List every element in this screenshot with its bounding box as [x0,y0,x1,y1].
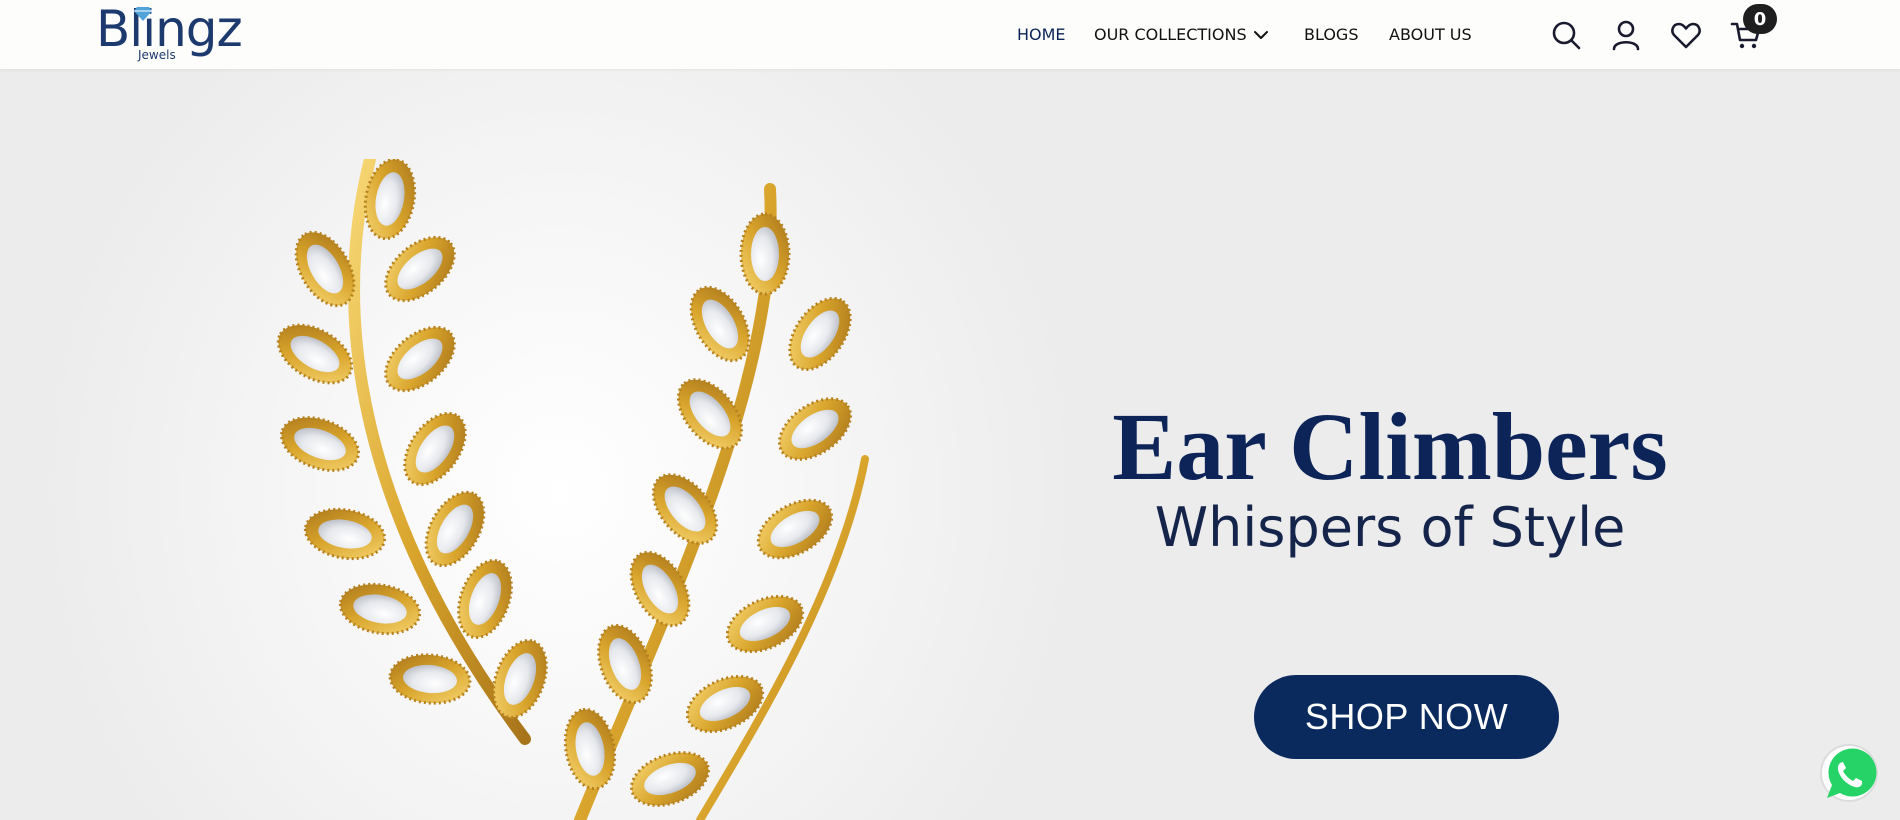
user-icon[interactable] [1610,19,1642,51]
cart-count-badge: 0 [1743,4,1777,34]
brand-sub: Jewels [138,48,176,62]
diamond-icon [134,7,152,21]
nav-about-us[interactable]: ABOUT US [1389,25,1472,44]
chevron-down-icon[interactable] [1252,27,1270,43]
nav-home[interactable]: HOME [1017,25,1066,44]
whatsapp-icon[interactable] [1818,743,1880,805]
site-header: Blingz Jewels HOME OUR COLLECTIONS BLOGS… [0,0,1900,69]
heart-icon[interactable] [1670,19,1702,51]
hero-banner[interactable]: Ear Climbers Whispers of Style SHOP NOW [0,69,1900,820]
shop-now-button[interactable]: SHOP NOW [1254,675,1559,759]
brand-logo[interactable]: Blingz Jewels [96,4,246,66]
nav-blogs[interactable]: BLOGS [1304,25,1358,44]
brand-name: Blingz [96,0,243,58]
gold-leaf-ear-climbers-image [266,159,869,820]
hero-title: Ear Climbers [1112,393,1668,500]
search-icon[interactable] [1550,19,1582,51]
nav-our-collections[interactable]: OUR COLLECTIONS [1094,25,1247,44]
hero-subtitle: Whispers of Style [1154,496,1626,559]
